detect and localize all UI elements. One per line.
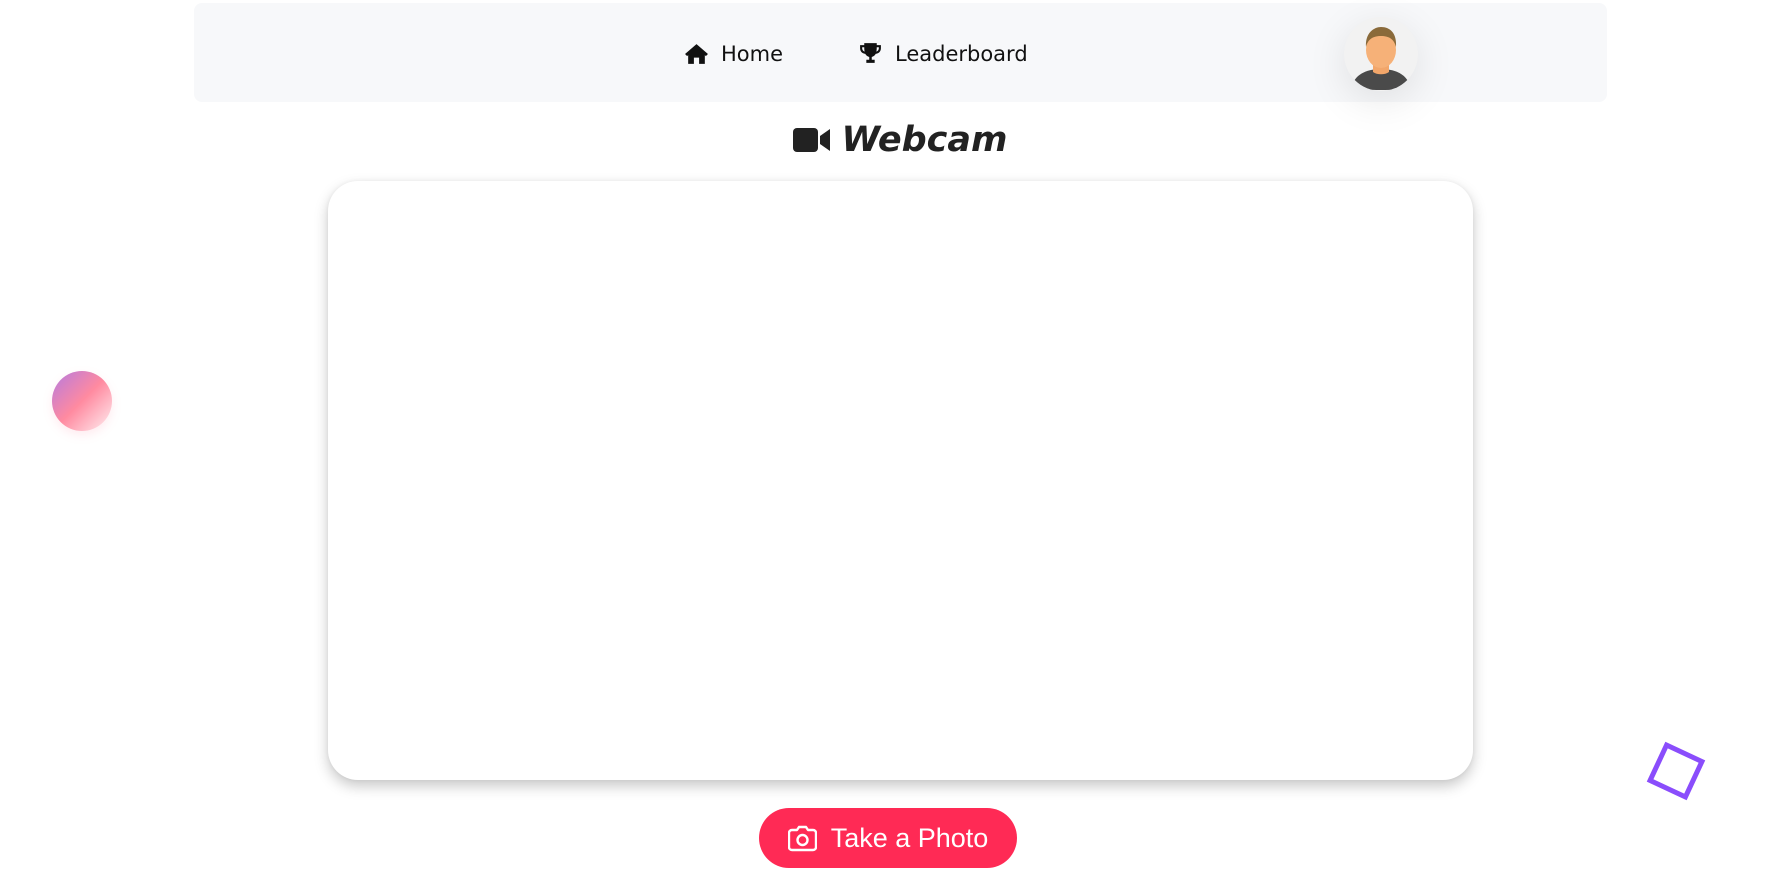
nav-home-link[interactable]: Home [684, 41, 783, 66]
video-camera-icon [792, 128, 830, 152]
nav-leaderboard-link[interactable]: Leaderboard [858, 41, 1028, 66]
nav-leaderboard-label: Leaderboard [895, 41, 1028, 66]
user-avatar-icon [1344, 17, 1418, 91]
camera-icon [787, 825, 817, 851]
navbar: Home Leaderboard [194, 3, 1607, 102]
webcam-preview [328, 181, 1473, 780]
take-photo-label: Take a Photo [830, 822, 989, 853]
decorative-gradient-circle [52, 371, 112, 431]
home-icon [685, 44, 708, 64]
trophy-icon [860, 43, 881, 63]
take-photo-button[interactable]: Take a Photo [759, 808, 1017, 868]
user-avatar[interactable] [1344, 17, 1418, 91]
page-title: Webcam [0, 120, 1767, 160]
page-title-text: Webcam [841, 120, 1008, 160]
nav-home-label: Home [721, 41, 784, 66]
decorative-outline-square [1646, 741, 1706, 801]
